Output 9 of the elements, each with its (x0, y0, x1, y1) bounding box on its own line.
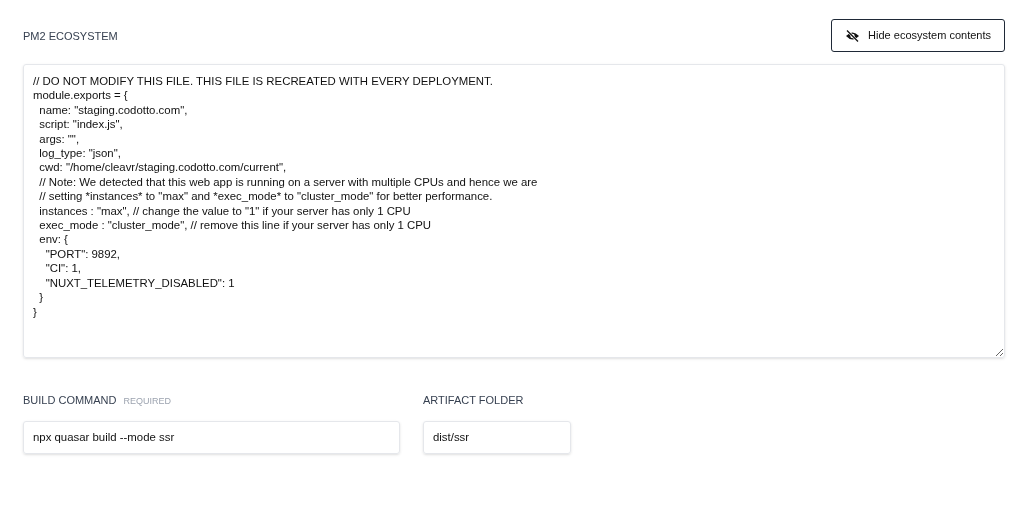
field-label: BUILD COMMAND (23, 393, 117, 408)
field-label: ARTIFACT FOLDER (423, 393, 525, 408)
artifact-folder-input[interactable]: dist/ssr (423, 420, 571, 454)
required-tag: REQUIRED (123, 395, 172, 409)
section-label: PM2 ECOSYSTEM (23, 29, 118, 45)
eye-slash-icon (845, 29, 861, 42)
hide-contents-button[interactable]: Hide ecosystem contents (831, 19, 1005, 52)
ecosystem-textarea[interactable]: // DO NOT MODIFY THIS FILE. THIS FILE IS RECREATED WITH EVERY DEPLOYMENT. module.exports = { name: "staging.codotto.com", script: "index.js", args: "", log_type: "json", cwd: "/home/cleavr/staging.codotto.com/current", // Note: We detected that this web app is running on a server with multiple CPUs and hence we are // setting *instances* to "max" and *exec_mode* to "cluster_mode" for better performance. instances : "max", // change the value to "1" if your server has only 1 CPU exec_mode : "cluster_mode", // remove this line if your server has only 1 CPU env: { "PORT": 9892, "CI": 1, "NUXT_TELEMETRY_DISABLED": 1 } } (23, 64, 1005, 358)
build-command-input[interactable]: npx quasar build --mode ssr (23, 420, 400, 454)
